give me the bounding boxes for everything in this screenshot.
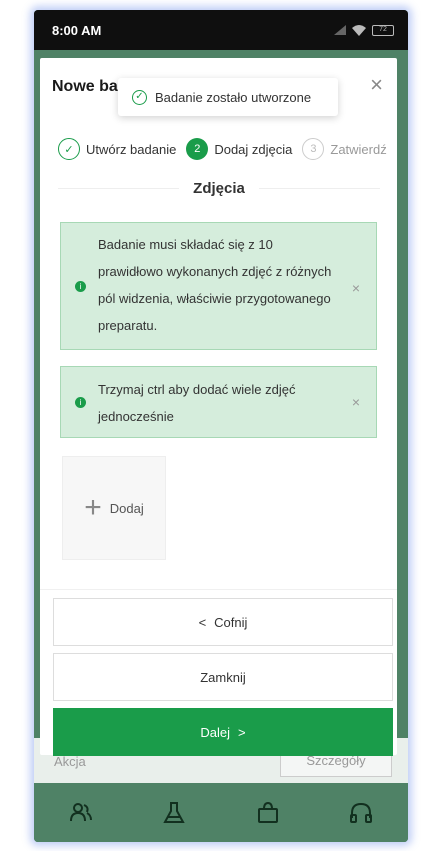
footer-divider [40, 589, 397, 590]
alert-text: Badanie musi składać się z 10 prawidłowo… [98, 237, 332, 333]
step-1-label: Utwórz badanie [86, 141, 177, 157]
close-button[interactable]: Zamknij [53, 653, 393, 701]
signal-icon [334, 25, 346, 35]
headphones-icon[interactable] [348, 800, 374, 826]
background-label: Akcja [54, 754, 86, 769]
phone-frame: 8:00 AM 72 Akcja Szczegóły Nowe badanie … [34, 10, 408, 842]
info-alert-ctrl: i Trzymaj ctrl aby dodać wiele zdjęć jed… [60, 366, 377, 438]
section-title: Zdjęcia [193, 179, 245, 197]
next-button[interactable]: Dalej > [53, 708, 393, 756]
step-2-number: 2 [186, 138, 209, 160]
new-study-dialog: Nowe badanie × ✓ Badanie zostało utworzo… [40, 58, 397, 756]
back-label: Cofnij [214, 614, 248, 630]
success-toast: ✓ Badanie zostało utworzone [118, 78, 338, 116]
add-photo-button[interactable]: + Dodaj [62, 456, 166, 560]
plus-icon: + [84, 491, 102, 524]
step-1-check-icon: ✓ [58, 138, 80, 160]
info-icon: i [75, 397, 86, 408]
flask-icon[interactable] [161, 800, 187, 826]
wifi-icon [352, 24, 366, 36]
close-label: Zamknij [200, 669, 246, 685]
chevron-left-icon: < [198, 614, 207, 630]
divider [58, 187, 180, 189]
chevron-right-icon: > [238, 724, 246, 740]
next-label: Dalej [200, 724, 231, 740]
info-alert-requirements: i Badanie musi składać się z 10 prawidło… [60, 222, 377, 350]
bottom-nav [34, 783, 408, 842]
stepper: ✓ Utwórz badanie 2 Dodaj zdjęcia 3 Zatwi… [58, 136, 391, 162]
alert-close-icon[interactable]: × [352, 275, 360, 302]
alert-text: Trzymaj ctrl aby dodać wiele zdjęć jedno… [98, 382, 296, 424]
toast-message: Badanie zostało utworzone [155, 89, 312, 105]
status-time: 8:00 AM [52, 22, 102, 38]
step-3-number: 3 [302, 138, 325, 160]
back-button[interactable]: < Cofnij [53, 598, 393, 646]
bag-icon[interactable] [255, 800, 281, 826]
info-icon: i [75, 281, 86, 292]
add-photo-label: Dodaj [109, 500, 144, 516]
alert-close-icon[interactable]: × [352, 389, 360, 416]
divider [258, 187, 380, 189]
battery-icon: 72 [372, 24, 394, 36]
people-icon[interactable] [68, 800, 94, 826]
status-icons: 72 [334, 24, 394, 36]
step-3-label: Zatwierdź [330, 141, 387, 157]
step-2-label: Dodaj zdjęcia [214, 141, 293, 157]
status-bar: 8:00 AM 72 [34, 10, 408, 50]
close-icon[interactable]: × [370, 72, 383, 98]
check-circle-icon: ✓ [132, 89, 147, 105]
section-header: Zdjęcia [58, 176, 380, 200]
